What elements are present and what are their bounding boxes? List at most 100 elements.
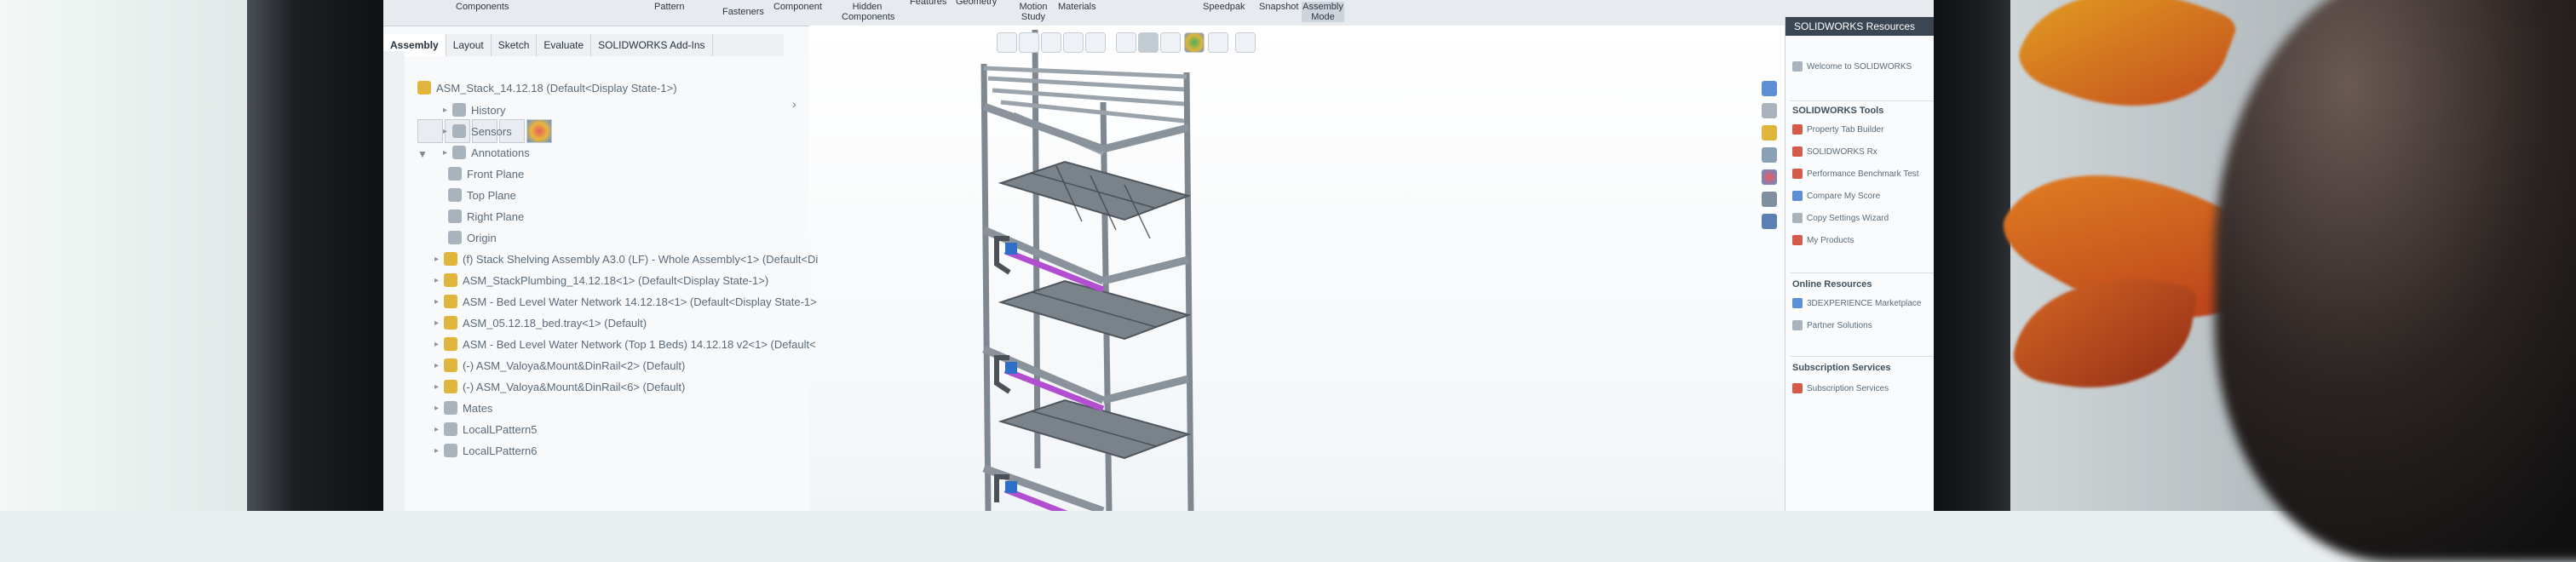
ribbon-item[interactable]: Motion Study — [1014, 2, 1053, 22]
tree-item[interactable]: ▸ ASM - Bed Level Water Network 14.12.18<… — [434, 292, 817, 311]
subscription-link[interactable]: Subscription Services — [1792, 383, 1889, 393]
ribbon-item[interactable]: Hidden Components — [842, 2, 894, 22]
tree-item[interactable]: Top Plane — [443, 186, 516, 204]
online-link[interactable]: 3DEXPERIENCE Marketplace — [1792, 298, 1922, 308]
plant-leaf — [2011, 0, 2240, 140]
expand-icon[interactable]: ▸ — [434, 425, 439, 434]
online-link[interactable]: Partner Solutions — [1792, 320, 1872, 330]
filter-icon[interactable]: ▼ — [417, 148, 428, 160]
file-explorer-icon[interactable] — [1762, 125, 1777, 140]
ribbon-item[interactable]: Geometry — [956, 0, 997, 7]
forum-icon[interactable] — [1762, 214, 1777, 229]
expand-icon[interactable]: ▸ — [434, 318, 439, 328]
compare-score-icon — [1792, 191, 1803, 201]
dynamic-annotation-icon[interactable] — [1085, 32, 1106, 53]
tree-item-label: ASM - Bed Level Water Network (Top 1 Bed… — [463, 337, 816, 351]
ribbon-item[interactable]: Materials — [1058, 2, 1096, 12]
pattern-icon — [444, 422, 458, 436]
appearances-icon[interactable] — [1762, 169, 1777, 185]
assembly-icon — [444, 358, 458, 372]
scene-icon[interactable] — [1208, 32, 1228, 53]
expand-icon[interactable]: ▸ — [434, 297, 439, 307]
tree-item[interactable]: Front Plane — [443, 164, 524, 183]
custom-properties-icon[interactable] — [1762, 192, 1777, 207]
welcome-link[interactable]: Welcome to SOLIDWORKS — [1792, 61, 1912, 72]
graphics-viewport[interactable] — [809, 26, 1789, 511]
assembly-icon — [444, 295, 458, 308]
ribbon-item[interactable]: Snapshot — [1259, 2, 1298, 12]
view-orientation-icon[interactable] — [1116, 32, 1136, 53]
plane-icon — [448, 188, 462, 202]
tree-item[interactable]: ▸ ASM_StackPlumbing_14.12.18<1> (Default<… — [434, 271, 768, 290]
appearance-icon[interactable] — [1184, 32, 1205, 53]
tab-sketch[interactable]: Sketch — [492, 34, 538, 56]
ribbon-item[interactable]: Components — [456, 2, 509, 12]
expand-icon[interactable]: ▸ — [434, 361, 439, 370]
ribbon-item[interactable]: Assembly Mode — [1302, 2, 1344, 22]
view-settings-icon[interactable] — [1235, 32, 1256, 53]
tree-item[interactable]: ▸ (-) ASM_Valoya&Mount&DinRail<6> (Defaul… — [434, 377, 685, 396]
tree-item[interactable]: ▸ Annotations — [443, 143, 530, 162]
assembly-icon — [444, 337, 458, 351]
assembly-icon — [444, 316, 458, 330]
taskpane-tab-strip — [1762, 81, 1780, 251]
display-manager-tab-icon[interactable] — [526, 119, 552, 143]
property-tab-builder-icon — [1792, 124, 1803, 135]
display-style-icon[interactable] — [1138, 32, 1159, 53]
ribbon-item[interactable]: Pattern — [654, 2, 684, 12]
design-library-icon[interactable] — [1762, 103, 1777, 118]
ribbon-item[interactable]: Fasteners — [722, 7, 764, 17]
tree-item[interactable]: ▸ (f) Stack Shelving Assembly A3.0 (LF) -… — [434, 249, 818, 268]
ribbon-item[interactable]: Features — [910, 0, 946, 7]
tree-item[interactable]: ▸ LocalLPattern5 — [434, 420, 537, 439]
tree-item-label: Mates — [463, 401, 493, 415]
tree-item[interactable]: ▸ ASM - Bed Level Water Network (Top 1 Be… — [434, 335, 816, 353]
tool-link[interactable]: Copy Settings Wizard — [1792, 213, 1889, 223]
expand-icon[interactable]: ▸ — [443, 127, 447, 136]
zoom-area-icon[interactable] — [1019, 32, 1039, 53]
divider — [1790, 272, 1934, 273]
feature-manager-tab-icon[interactable] — [417, 119, 443, 143]
view-palette-icon[interactable] — [1762, 147, 1777, 163]
expand-icon[interactable]: ▸ — [434, 276, 439, 285]
tree-item[interactable]: ▸ LocalLPattern6 — [434, 441, 537, 460]
shelf-post — [980, 63, 992, 511]
tool-link[interactable]: My Products — [1792, 235, 1854, 245]
expand-icon[interactable]: ▸ — [434, 404, 439, 413]
tree-item[interactable]: ▸ Sensors — [443, 122, 512, 140]
mates-icon — [444, 401, 458, 415]
shelf-post — [1183, 72, 1194, 511]
tree-item-label: Sensors — [471, 124, 512, 138]
assembly-icon — [417, 81, 431, 95]
hide-show-icon[interactable] — [1160, 32, 1181, 53]
zoom-to-fit-icon[interactable] — [997, 32, 1017, 53]
sensor-icon — [452, 124, 467, 138]
expand-icon[interactable]: ▸ — [434, 382, 439, 392]
expand-icon[interactable]: ▸ — [443, 106, 447, 115]
expand-icon[interactable]: ▸ — [434, 255, 439, 264]
tool-link[interactable]: Compare My Score — [1792, 191, 1880, 201]
section-view-icon[interactable] — [1063, 32, 1084, 53]
tree-item[interactable]: ▸ (-) ASM_Valoya&Mount&DinRail<2> (Defaul… — [434, 356, 685, 375]
home-icon[interactable] — [1762, 81, 1777, 96]
expand-icon[interactable]: ▸ — [443, 148, 447, 158]
tree-item[interactable]: Origin — [443, 228, 497, 247]
tool-link[interactable]: Performance Benchmark Test — [1792, 169, 1919, 179]
tree-item[interactable]: ▸ History — [443, 100, 505, 119]
expand-icon[interactable]: ▸ — [434, 340, 439, 349]
expand-icon[interactable]: ▸ — [434, 446, 439, 456]
tool-link[interactable]: Property Tab Builder — [1792, 124, 1883, 135]
ribbon-item[interactable]: Speedpak — [1203, 2, 1245, 12]
tab-evaluate[interactable]: Evaluate — [537, 34, 592, 56]
previous-view-icon[interactable] — [1041, 32, 1061, 53]
chevron-right-icon[interactable]: › — [792, 97, 796, 111]
ribbon-item[interactable]: Component — [773, 2, 822, 12]
tab-addins[interactable]: SOLIDWORKS Add-Ins — [591, 34, 713, 56]
tool-link[interactable]: SOLIDWORKS Rx — [1792, 146, 1877, 157]
tab-layout[interactable]: Layout — [446, 34, 492, 56]
my-products-icon — [1792, 235, 1803, 245]
tree-item[interactable]: ▸ ASM_05.12.18_bed.tray<1> (Default) — [434, 313, 647, 332]
tree-root[interactable]: ASM_Stack_14.12.18 (Default<Display Stat… — [417, 78, 677, 97]
tree-item[interactable]: ▸ Mates — [434, 399, 492, 417]
tree-item[interactable]: Right Plane — [443, 207, 524, 226]
